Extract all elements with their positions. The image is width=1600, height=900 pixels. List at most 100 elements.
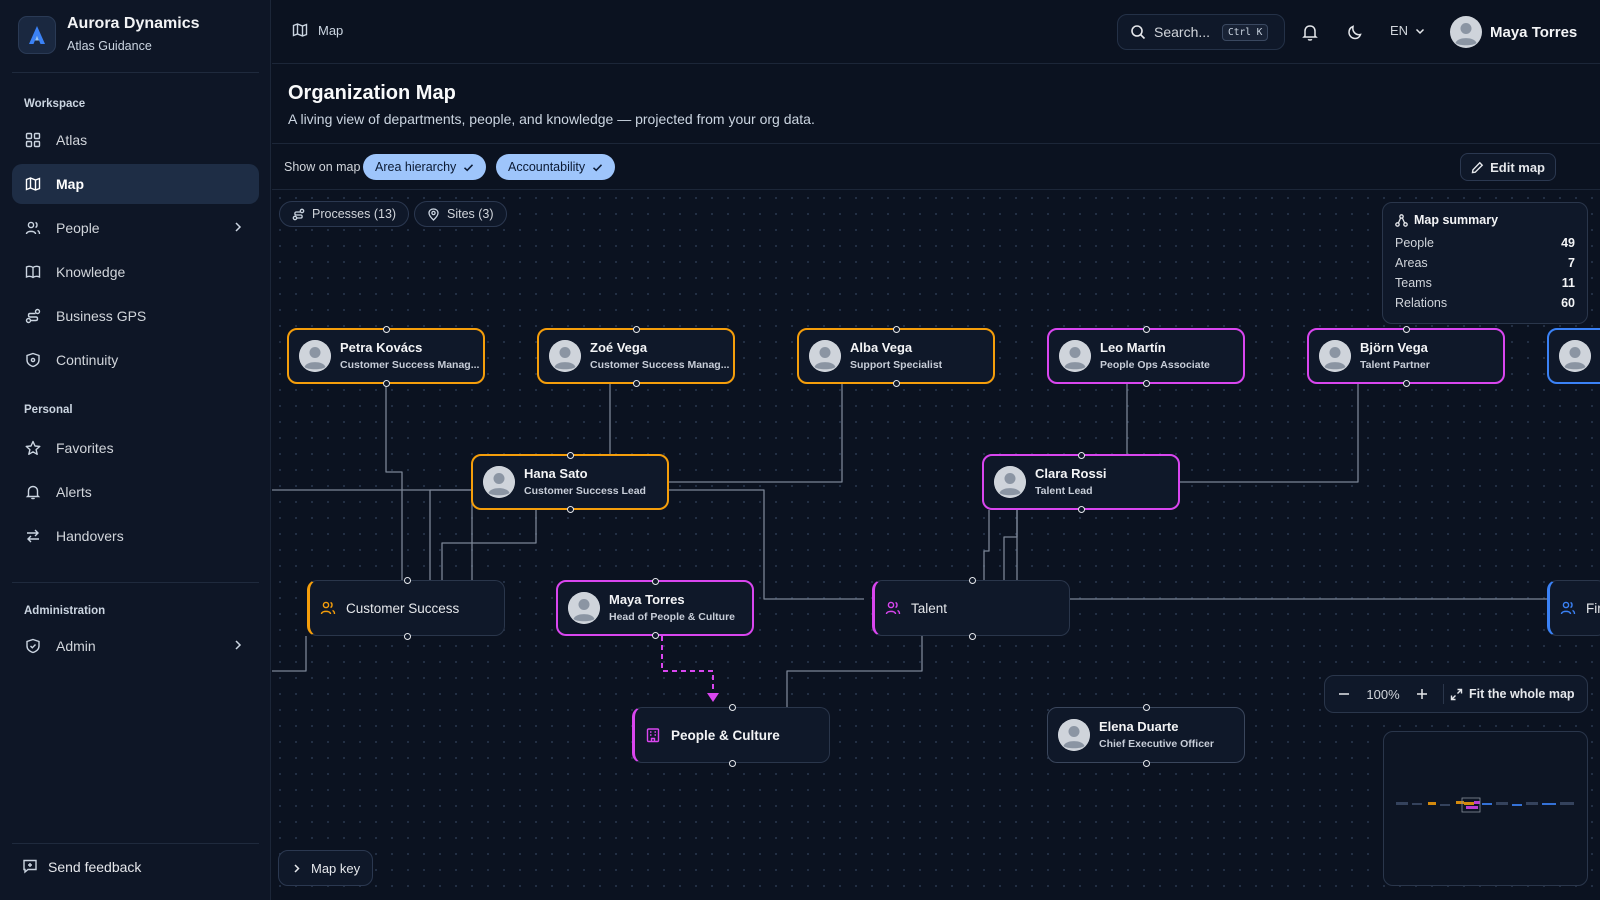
map-icon xyxy=(24,175,42,193)
team-node-partial[interactable]: Firm xyxy=(1547,580,1600,636)
chevron-down-icon xyxy=(1414,25,1426,37)
avatar xyxy=(1059,340,1091,372)
minimap[interactable] xyxy=(1383,731,1588,886)
brand[interactable]: Aurora Dynamics Atlas Guidance xyxy=(18,14,200,55)
brand-subtitle: Atlas Guidance xyxy=(67,39,152,53)
connection-handle[interactable] xyxy=(1142,703,1150,711)
breadcrumb[interactable]: Map xyxy=(292,22,343,38)
page-subtitle: A living view of departments, people, an… xyxy=(288,111,815,127)
connection-handle[interactable] xyxy=(382,379,390,387)
sidebar-item-atlas[interactable]: Atlas xyxy=(12,120,259,160)
fit-map-button[interactable]: Fit the whole map xyxy=(1450,687,1575,701)
map-canvas[interactable]: Processes (13) Sites (3) Petra Kovács Cus… xyxy=(272,190,1600,900)
sidebar-item-admin[interactable]: Admin xyxy=(12,626,259,666)
person-name: Leo Martín xyxy=(1100,340,1166,355)
chip-accountability[interactable]: Accountability xyxy=(496,154,616,180)
connection-handle[interactable] xyxy=(728,759,736,767)
map-key-button[interactable]: Map key xyxy=(278,850,374,886)
team-node[interactable]: Customer Success xyxy=(307,576,505,640)
connection-handle[interactable] xyxy=(1077,451,1085,459)
accountability-edge xyxy=(661,636,714,694)
connection-handle[interactable] xyxy=(892,379,900,387)
page-title: Organization Map xyxy=(288,82,456,104)
language-value: EN xyxy=(1390,23,1409,38)
processes-label: Processes (13) xyxy=(312,207,397,221)
search-input[interactable]: Search... Ctrl K xyxy=(1117,14,1285,50)
connection-handle[interactable] xyxy=(968,632,976,640)
language-select[interactable]: EN xyxy=(1390,23,1426,38)
department-node[interactable]: People & Culture xyxy=(632,703,830,767)
edge xyxy=(983,510,990,582)
edge xyxy=(1154,381,1359,483)
notifications-bell-icon[interactable] xyxy=(1300,22,1320,42)
filter-bar: Show on map Area hierarchy Accountabilit… xyxy=(272,145,1600,190)
topbar: Map Search... Ctrl K EN Maya Torres xyxy=(272,0,1600,64)
connection-handle[interactable] xyxy=(1077,505,1085,513)
team-name: Talent xyxy=(911,600,948,616)
connection-handle[interactable] xyxy=(728,703,736,711)
sidebar-item-label: Map xyxy=(56,176,84,192)
connection-handle[interactable] xyxy=(382,325,390,333)
connection-handle[interactable] xyxy=(1142,325,1150,333)
avatar xyxy=(1319,340,1351,372)
expand-icon xyxy=(1450,688,1463,701)
sites-pill[interactable]: Sites (3) xyxy=(414,201,507,227)
user-menu[interactable]: Maya Torres xyxy=(1450,16,1577,48)
person-node-partial[interactable] xyxy=(1547,328,1600,384)
connection-handle[interactable] xyxy=(1402,379,1410,387)
sidebar-item-continuity[interactable]: Continuity xyxy=(12,340,259,380)
person-node[interactable]: Elena Duarte Chief Executive Officer xyxy=(1047,703,1245,767)
sidebar-item-alerts[interactable]: Alerts xyxy=(12,472,259,512)
sidebar-item-map[interactable]: Map xyxy=(12,164,259,204)
sidebar-item-handovers[interactable]: Handovers xyxy=(12,516,259,556)
fit-map-label: Fit the whole map xyxy=(1469,687,1575,701)
users-icon xyxy=(24,219,42,237)
sidebar-item-favorites[interactable]: Favorites xyxy=(12,428,259,468)
sidebar-item-knowledge[interactable]: Knowledge xyxy=(12,252,259,292)
connection-handle[interactable] xyxy=(1142,379,1150,387)
connection-handle[interactable] xyxy=(403,576,411,584)
divider xyxy=(12,72,259,73)
connection-handle[interactable] xyxy=(566,505,574,513)
map-key-label: Map key xyxy=(311,860,361,876)
person-node[interactable]: Maya Torres Head of People & Culture xyxy=(556,577,754,639)
connection-handle[interactable] xyxy=(892,325,900,333)
person-node[interactable]: Hana Sato Customer Success Lead xyxy=(471,451,669,513)
shield-icon xyxy=(24,351,42,369)
connection-handle[interactable] xyxy=(403,632,411,640)
send-feedback-button[interactable]: Send feedback xyxy=(22,858,141,876)
person-role: Talent Lead xyxy=(1035,485,1093,497)
connection-handle[interactable] xyxy=(566,451,574,459)
theme-moon-icon[interactable] xyxy=(1345,22,1365,42)
minimap-preview xyxy=(1396,797,1574,813)
connection-handle[interactable] xyxy=(1402,325,1410,333)
person-node[interactable]: Leo Martín People Ops Associate xyxy=(1047,325,1245,387)
zoom-out-button[interactable] xyxy=(1329,686,1359,702)
chevron-right-icon xyxy=(231,638,245,652)
connection-handle[interactable] xyxy=(1142,759,1150,767)
edit-map-button[interactable]: Edit map xyxy=(1460,153,1556,181)
team-node[interactable]: Talent xyxy=(872,576,1070,640)
zoom-in-button[interactable] xyxy=(1407,686,1437,702)
sidebar-item-people[interactable]: People xyxy=(12,208,259,248)
person-node[interactable]: Petra Kovács Customer Success Manag... xyxy=(287,325,485,387)
chip-area-hierarchy[interactable]: Area hierarchy xyxy=(363,154,487,180)
connection-handle[interactable] xyxy=(651,577,659,585)
sidebar-item-label: Knowledge xyxy=(56,264,126,280)
connection-handle[interactable] xyxy=(632,379,640,387)
building-icon xyxy=(645,727,661,743)
connection-handle[interactable] xyxy=(968,576,976,584)
person-node[interactable]: Zoé Vega Customer Success Manag... xyxy=(537,325,735,387)
person-node[interactable]: Björn Vega Talent Partner xyxy=(1307,325,1505,387)
chevron-right-icon xyxy=(291,863,302,874)
connection-handle[interactable] xyxy=(651,631,659,639)
breadcrumb-label: Map xyxy=(318,22,344,38)
processes-pill[interactable]: Processes (13) xyxy=(279,201,410,227)
person-role: Customer Success Manag... xyxy=(340,359,480,371)
feedback-icon xyxy=(22,858,40,876)
person-name: Maya Torres xyxy=(609,592,685,607)
person-node[interactable]: Alba Vega Support Specialist xyxy=(797,325,995,387)
connection-handle[interactable] xyxy=(632,325,640,333)
person-node[interactable]: Clara Rossi Talent Lead xyxy=(982,451,1180,513)
sidebar-item-business-gps[interactable]: Business GPS xyxy=(12,296,259,336)
